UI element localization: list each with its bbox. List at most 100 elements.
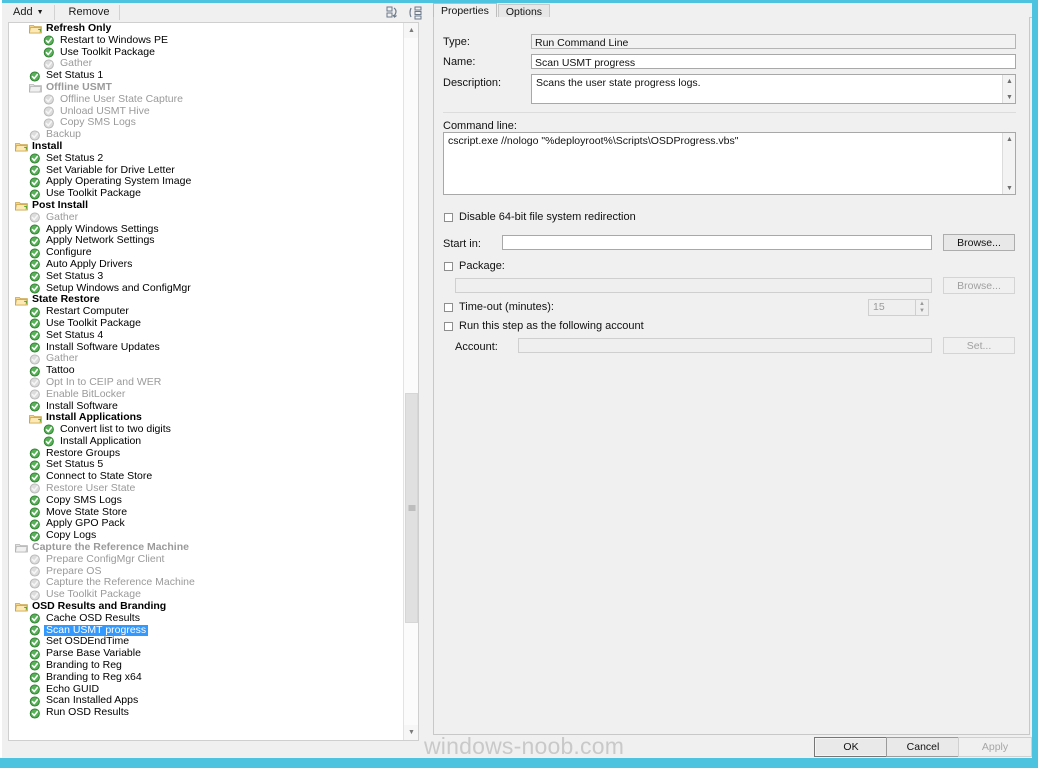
description-scrollbar[interactable]: ▲ ▼ (1002, 75, 1015, 103)
tree-item[interactable]: Backup (9, 128, 403, 141)
green-check-icon (29, 401, 42, 412)
tree-item-label: Restart to Windows PE (60, 33, 168, 46)
description-label: Description: (443, 77, 502, 89)
timeout-row[interactable]: Time-out (minutes): (444, 301, 554, 313)
apply-button-label: Apply (981, 741, 1009, 753)
tree-vertical-scrollbar[interactable]: ▲ ▼ (403, 23, 418, 740)
tree-item[interactable]: Run OSD Results (9, 706, 403, 719)
tree-item[interactable]: Opt In to CEIP and WER (9, 376, 403, 389)
disable-redirection-label: Disable 64-bit file system redirection (459, 211, 636, 223)
green-check-icon (29, 472, 42, 483)
command-line-scroll-up-icon[interactable]: ▲ (1003, 133, 1015, 145)
timeout-checkbox[interactable] (444, 302, 453, 312)
start-in-input[interactable] (502, 235, 932, 250)
description-textarea[interactable]: Scans the user state progress logs. ▲ ▼ (531, 74, 1016, 104)
tree-item[interactable]: Set Status 4 (9, 328, 403, 342)
run-as-row[interactable]: Run this step as the following account (444, 320, 644, 332)
tree-item[interactable]: Branding to Reg x64 (9, 671, 403, 684)
tree-item-label: Use Toolkit Package (46, 316, 141, 329)
disable-redirection-row[interactable]: Disable 64-bit file system redirection (444, 211, 636, 223)
tree-item[interactable]: Install Application (9, 435, 403, 448)
green-check-icon (29, 188, 42, 200)
properties-divider (443, 112, 1016, 113)
site-watermark: windows-noob.com (424, 733, 625, 759)
add-button[interactable]: Add ▼ (6, 4, 51, 21)
tree-item[interactable]: Use Toolkit Package (9, 316, 403, 330)
package-browse-label: Browse... (957, 279, 1001, 292)
green-check-icon (29, 177, 42, 188)
ok-button[interactable]: OK (814, 737, 888, 757)
account-set-label: Set... (966, 339, 992, 352)
tab-properties-label: Properties (441, 5, 489, 17)
tree-item[interactable]: Gather (9, 211, 403, 224)
green-check-icon (29, 519, 42, 530)
tree-item[interactable]: Cache OSD Results (9, 612, 403, 625)
properties-tab-panel: Type: Run Command Line Name: Scan USMT p… (433, 17, 1030, 735)
tree-item-label: Install (32, 139, 63, 152)
ok-button-label: OK (843, 741, 859, 753)
command-line-scrollbar[interactable]: ▲ ▼ (1002, 133, 1015, 194)
package-input (455, 278, 932, 293)
tree-item[interactable]: Enable BitLocker (9, 388, 403, 401)
tab-properties[interactable]: Properties (433, 3, 497, 18)
description-scroll-down-icon[interactable]: ▼ (1003, 91, 1015, 103)
package-checkbox[interactable] (444, 261, 453, 271)
toolbar-divider-2 (119, 5, 121, 20)
green-check-icon (29, 283, 42, 294)
tree-item[interactable]: Post Install (9, 199, 403, 212)
green-check-icon (29, 460, 42, 471)
folder-icon (15, 542, 28, 553)
green-check-icon (29, 531, 42, 542)
green-check-icon (29, 354, 42, 365)
task-sequence-tree[interactable]: Refresh Only Restart to Windows PE Use Too… (8, 22, 419, 741)
start-in-browse-button[interactable]: Browse... (943, 234, 1015, 251)
scroll-up-arrow-icon[interactable]: ▲ (404, 23, 418, 38)
tree-item[interactable]: Copy SMS Logs (9, 494, 403, 507)
tree-item[interactable]: Offline User State Capture (9, 93, 403, 106)
green-check-icon (29, 566, 42, 577)
run-as-checkbox[interactable] (444, 321, 453, 331)
command-line-row: Command line: (443, 120, 517, 132)
tree-item-label: Set Status 4 (46, 328, 104, 341)
green-check-icon (29, 247, 42, 259)
name-label: Name: (443, 56, 476, 68)
start-in-label: Start in: (443, 238, 481, 250)
description-scroll-up-icon[interactable]: ▲ (1003, 75, 1015, 87)
account-set-button: Set... (943, 337, 1015, 354)
tree-toolbar: Add ▼ Remove (2, 3, 429, 22)
green-check-icon (29, 483, 42, 495)
tree-item[interactable]: Auto Apply Drivers (9, 258, 403, 271)
timeout-value[interactable]: 15 (868, 299, 916, 316)
green-check-icon (43, 94, 56, 105)
green-check-icon (29, 153, 42, 164)
disable-redirection-checkbox[interactable] (444, 212, 453, 222)
timeout-decrement-icon[interactable]: ▼ (916, 308, 928, 316)
tree-item[interactable]: Set Status 2 (9, 152, 403, 165)
scrollbar-thumb[interactable] (405, 393, 418, 623)
name-input[interactable]: Scan USMT progress (531, 54, 1016, 69)
folder-icon (29, 23, 42, 34)
tab-options[interactable]: Options (497, 4, 551, 18)
tree-item[interactable]: Offline USMT (9, 81, 403, 94)
remove-button[interactable]: Remove (62, 4, 117, 21)
timeout-spinner-buttons[interactable]: ▲ ▼ (916, 299, 929, 316)
tree-item[interactable]: Set Status 3 (9, 270, 403, 283)
cancel-button[interactable]: Cancel (886, 737, 960, 757)
timeout-stepper[interactable]: 15 ▲ ▼ (868, 299, 929, 316)
green-check-icon (29, 236, 42, 247)
type-value: Run Command Line (531, 34, 1016, 49)
tree-item[interactable]: Install (9, 139, 403, 153)
timeout-increment-icon[interactable]: ▲ (916, 300, 928, 308)
command-line-textarea[interactable]: cscript.exe //nologo "%deployroot%\Scrip… (443, 132, 1016, 195)
task-sequence-editor-window: Add ▼ Remove Refresh Only Restart to Win… (0, 0, 1038, 768)
expand-all-icon[interactable] (407, 5, 424, 21)
folder-icon (15, 200, 28, 211)
tree-item[interactable]: Restart to Windows PE (9, 33, 403, 47)
cancel-button-label: Cancel (906, 741, 940, 753)
tree-item[interactable]: Prepare ConfigMgr Client (9, 553, 403, 566)
collapse-all-icon[interactable] (385, 5, 402, 21)
green-check-icon (43, 59, 56, 70)
run-as-label: Run this step as the following account (459, 320, 644, 332)
command-line-scroll-down-icon[interactable]: ▼ (1003, 182, 1015, 194)
package-row[interactable]: Package: (444, 260, 505, 272)
